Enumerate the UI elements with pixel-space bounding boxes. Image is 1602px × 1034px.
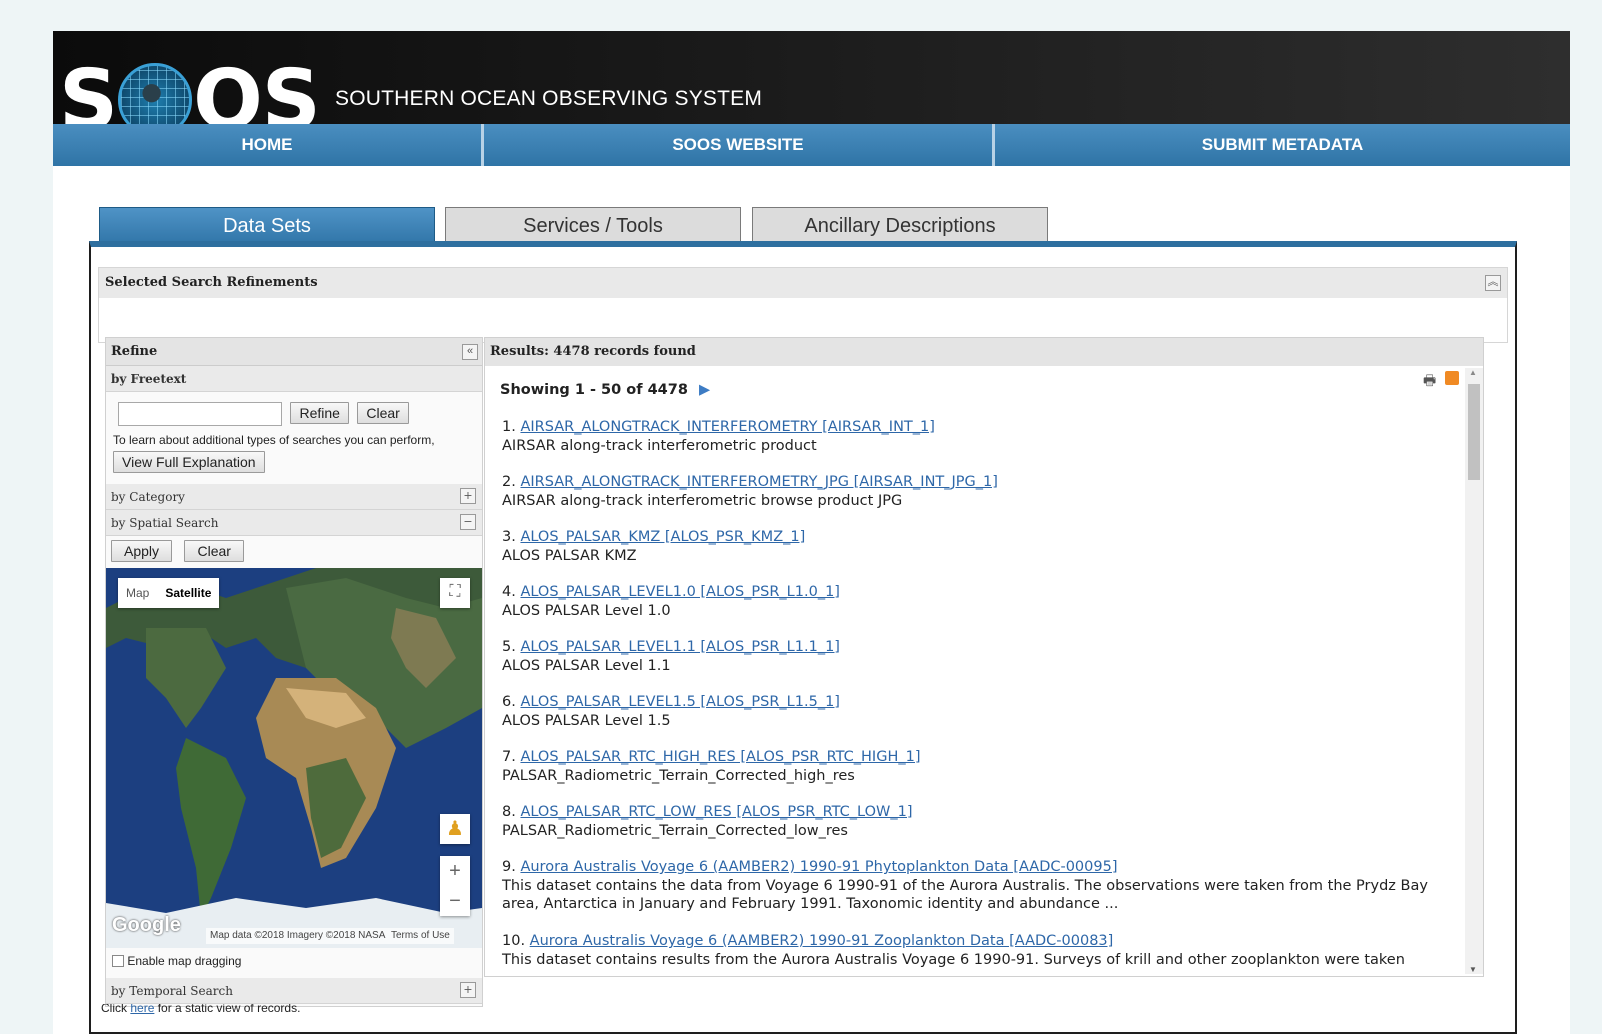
results-pagination: Showing 1 - 50 of 4478 ▶ xyxy=(500,382,711,398)
result-link[interactable]: Aurora Australis Voyage 6 (AAMBER2) 1990… xyxy=(520,859,1117,875)
pegman-icon[interactable]: ♟ xyxy=(440,814,470,844)
freetext-help: To learn about additional types of searc… xyxy=(113,433,435,447)
result-item: 7. ALOS_PALSAR_RTC_HIGH_RES [ALOS_PSR_RT… xyxy=(502,749,921,784)
result-link[interactable]: AIRSAR_ALONGTRACK_INTERFEROMETRY [AIRSAR… xyxy=(520,419,934,435)
next-page-icon[interactable]: ▶ xyxy=(699,382,710,398)
results-list: Showing 1 - 50 of 4478 ▶ 1. AIRSAR_ALONG… xyxy=(485,366,1465,976)
spatial-actions: Apply Clear xyxy=(106,536,482,566)
terms-link[interactable]: Terms of Use xyxy=(391,930,450,941)
result-link[interactable]: Aurora Australis Voyage 6 (AAMBER2) 1990… xyxy=(530,933,1114,949)
page-frame: S OS SOUTHERN OCEAN OBSERVING SYSTEM HOME… xyxy=(53,31,1570,1034)
result-description: This dataset contains results from the A… xyxy=(502,951,1405,968)
google-logo: Google xyxy=(112,914,181,936)
drag-label: Enable map dragging xyxy=(127,953,242,968)
expand-icon[interactable]: + xyxy=(460,488,476,504)
logo-letters: OS xyxy=(193,53,320,127)
scrollbar-thumb[interactable] xyxy=(1468,384,1480,480)
refine-button[interactable]: Refine xyxy=(290,402,349,425)
results-header: Results: 4478 records found xyxy=(485,338,1483,366)
selected-refinements: Selected Search Refinements ︽ xyxy=(98,267,1508,343)
result-item: 4. ALOS_PALSAR_LEVEL1.0 [ALOS_PSR_L1.0_1… xyxy=(502,584,840,619)
map-drag-toggle: Enable map dragging xyxy=(112,953,241,968)
map-tab[interactable]: Map xyxy=(118,578,157,608)
collapse-icon[interactable]: − xyxy=(460,514,476,530)
result-description: AIRSAR along-track interferometric produ… xyxy=(502,437,817,454)
spatial-heading[interactable]: by Spatial Search − xyxy=(106,510,482,536)
result-link[interactable]: ALOS_PALSAR_LEVEL1.0 [ALOS_PSR_L1.0_1] xyxy=(520,584,840,600)
view-full-explanation-button[interactable]: View Full Explanation xyxy=(113,451,265,473)
scroll-down-icon[interactable]: ▼ xyxy=(1469,965,1477,974)
freetext-section: Refine Clear To learn about additional t… xyxy=(106,392,482,484)
result-item: 1. AIRSAR_ALONGTRACK_INTERFEROMETRY [AIR… xyxy=(502,419,935,454)
satellite-imagery xyxy=(106,568,482,948)
zoom-controls: + − xyxy=(440,856,470,916)
logo-letter: S xyxy=(59,53,118,127)
result-description: PALSAR_Radiometric_Terrain_Corrected_hig… xyxy=(502,767,855,784)
main-panel: Selected Search Refinements ︽ Refine « b… xyxy=(89,241,1517,1034)
zoom-in-icon[interactable]: + xyxy=(440,856,470,886)
result-description: ALOS PALSAR KMZ xyxy=(502,547,637,564)
result-item: 2. AIRSAR_ALONGTRACK_INTERFEROMETRY_JPG … xyxy=(502,474,998,509)
nav-soos-website[interactable]: SOOS WEBSITE xyxy=(484,124,995,166)
tab-ancillary-descriptions[interactable]: Ancillary Descriptions xyxy=(752,207,1048,245)
static-view-note: Click here for a static view of records. xyxy=(101,1004,300,1014)
zoom-out-icon[interactable]: − xyxy=(440,886,470,916)
result-description: AIRSAR along-track interferometric brows… xyxy=(502,492,903,509)
result-description: This dataset contains the data from Voya… xyxy=(502,877,1428,913)
refinements-title: Selected Search Refinements xyxy=(99,268,1507,298)
apply-spatial-button[interactable]: Apply xyxy=(111,540,173,562)
result-item: 6. ALOS_PALSAR_LEVEL1.5 [ALOS_PSR_L1.5_1… xyxy=(502,694,840,729)
results-panel: Results: 4478 records found 🖶 Showing 1 … xyxy=(484,337,1484,977)
result-item: 8. ALOS_PALSAR_RTC_LOW_RES [ALOS_PSR_RTC… xyxy=(502,804,913,839)
category-heading[interactable]: by Category + xyxy=(106,484,482,510)
expand-icon[interactable]: + xyxy=(460,982,476,998)
result-link[interactable]: ALOS_PALSAR_KMZ [ALOS_PSR_KMZ_1] xyxy=(520,529,805,545)
clear-freetext-button[interactable]: Clear xyxy=(357,402,409,425)
site-title: SOUTHERN OCEAN OBSERVING SYSTEM xyxy=(335,87,763,110)
result-link[interactable]: AIRSAR_ALONGTRACK_INTERFEROMETRY_JPG [AI… xyxy=(520,474,997,490)
satellite-tab[interactable]: Satellite xyxy=(157,578,219,608)
static-view-link[interactable]: here xyxy=(130,1004,154,1014)
double-chevron-left-icon[interactable]: « xyxy=(462,344,478,360)
nav-home[interactable]: HOME xyxy=(53,124,484,166)
results-scrollbar[interactable]: ▲ ▼ xyxy=(1465,368,1483,974)
result-description: ALOS PALSAR Level 1.1 xyxy=(502,657,671,674)
result-item: 9. Aurora Australis Voyage 6 (AAMBER2) 1… xyxy=(502,859,1428,913)
result-description: ALOS PALSAR Level 1.0 xyxy=(502,602,671,619)
map-type-tabs: Map Satellite xyxy=(118,578,220,608)
result-description: ALOS PALSAR Level 1.5 xyxy=(502,712,671,729)
drag-checkbox[interactable] xyxy=(112,954,124,967)
result-link[interactable]: ALOS_PALSAR_LEVEL1.5 [ALOS_PSR_L1.5_1] xyxy=(520,694,840,710)
globe-icon xyxy=(118,63,193,127)
result-link[interactable]: ALOS_PALSAR_RTC_LOW_RES [ALOS_PSR_RTC_LO… xyxy=(520,804,912,820)
scroll-up-icon[interactable]: ▲ xyxy=(1469,368,1477,377)
tab-services-tools[interactable]: Services / Tools xyxy=(445,207,741,245)
result-link[interactable]: ALOS_PALSAR_LEVEL1.1 [ALOS_PSR_L1.1_1] xyxy=(520,639,840,655)
result-item: 5. ALOS_PALSAR_LEVEL1.1 [ALOS_PSR_L1.1_1… xyxy=(502,639,840,674)
result-item: 10. Aurora Australis Voyage 6 (AAMBER2) … xyxy=(502,933,1405,968)
site-header: S OS SOUTHERN OCEAN OBSERVING SYSTEM xyxy=(53,31,1570,127)
map-attribution: Map data ©2018 Imagery ©2018 NASA Terms … xyxy=(206,928,454,944)
refine-panel: Refine « by Freetext Refine Clear To lea… xyxy=(105,337,483,1007)
refine-title: Refine xyxy=(106,338,482,366)
spatial-map[interactable]: Map Satellite ⛶ ♟ + − Google Map data ©2… xyxy=(106,568,482,948)
result-link[interactable]: ALOS_PALSAR_RTC_HIGH_RES [ALOS_PSR_RTC_H… xyxy=(520,749,920,765)
result-description: PALSAR_Radiometric_Terrain_Corrected_low… xyxy=(502,822,848,839)
nav-submit-metadata[interactable]: SUBMIT METADATA xyxy=(995,124,1570,166)
double-chevron-up-icon[interactable]: ︽ xyxy=(1485,275,1501,291)
main-nav: HOME SOOS WEBSITE SUBMIT METADATA xyxy=(53,124,1570,166)
temporal-heading[interactable]: by Temporal Search + xyxy=(106,978,482,1004)
soos-logo[interactable]: S OS xyxy=(59,53,320,127)
fullscreen-icon[interactable]: ⛶ xyxy=(440,578,470,608)
result-item: 3. ALOS_PALSAR_KMZ [ALOS_PSR_KMZ_1] ALOS… xyxy=(502,529,806,564)
freetext-input[interactable] xyxy=(118,402,282,426)
clear-spatial-button[interactable]: Clear xyxy=(184,540,244,562)
freetext-heading: by Freetext xyxy=(106,366,482,392)
